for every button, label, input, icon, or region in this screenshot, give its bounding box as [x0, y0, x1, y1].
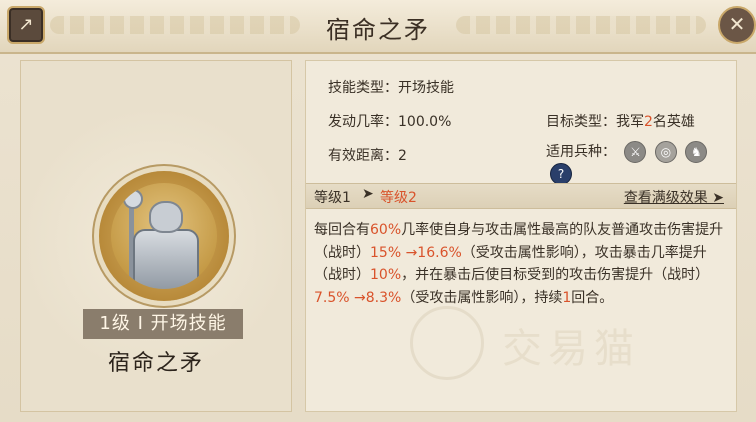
skill-name: 宿命之矛	[107, 351, 204, 376]
skill-dialog: 宿命之矛 ↗ ✕ 1级 I 开场技能 宿命之矛 技能类型：开场技能 发动几率：1…	[0, 0, 756, 422]
watermark: 交易猫	[410, 300, 740, 380]
staff-head-shape	[123, 189, 143, 209]
level-bar: 等级1 ➤ 等级2 查看满级效果 ➤	[306, 183, 736, 209]
description-highlight: 60%	[370, 222, 402, 238]
horse-icon[interactable]: ♞	[685, 141, 708, 163]
close-button[interactable]: ✕	[718, 6, 756, 44]
description-highlight: 7.5% →8.3%	[314, 289, 402, 306]
level-badge: 1级 I 开场技能	[83, 309, 243, 339]
knight-portrait	[111, 183, 217, 289]
watermark-cat-icon	[410, 306, 484, 380]
title-bar: 宿命之矛 ↗ ✕	[0, 0, 756, 54]
target-type: 目标类型：我军2名英雄	[546, 111, 695, 131]
close-icon: ✕	[728, 12, 746, 36]
view-max-level-link[interactable]: 查看满级效果 ➤	[624, 187, 724, 207]
level-arrow-icon: ➤	[362, 186, 374, 202]
target-icon[interactable]: ◎	[654, 141, 677, 163]
hero-portrait[interactable]	[99, 171, 229, 301]
description-text: 每回合有	[314, 222, 370, 238]
skill-description: 每回合有60%几率使自身与攻击属性最高的队友普通攻击伤害提升（战时）15% →1…	[314, 219, 726, 309]
description-text: ，并在暴击后使目标受到的攻击伤害提升（战时）	[401, 267, 710, 283]
description-highlight: 10%	[370, 267, 402, 283]
watermark-text: 交易猫	[502, 326, 640, 372]
troop-types: 适用兵种： ⚔ ◎ ♞ ?	[546, 141, 736, 185]
description-highlight: 15% →16.6%	[370, 244, 462, 261]
skill-type: 技能类型：开场技能	[328, 80, 454, 96]
armor-shape	[133, 229, 199, 289]
target-suffix: 名英雄	[652, 114, 695, 130]
target-count: 2	[644, 114, 653, 130]
dialog-title: 宿命之矛	[326, 16, 430, 44]
effective-distance: 有效距离：2	[328, 148, 407, 164]
trigger-rate: 发动几率：100.0%	[328, 114, 452, 130]
question-icon[interactable]: ?	[550, 163, 572, 185]
skill-card: 1级 I 开场技能 宿命之矛	[20, 60, 292, 412]
current-level: 等级1	[314, 190, 351, 206]
sword-icon[interactable]: ⚔	[624, 141, 647, 163]
target-prefix: 目标类型：我军	[546, 114, 644, 130]
share-icon: ↗	[18, 14, 34, 35]
helmet-shape	[149, 201, 183, 233]
next-level: 等级2	[380, 190, 417, 206]
share-button[interactable]: ↗	[7, 6, 45, 44]
troops-label: 适用兵种：	[546, 144, 616, 160]
